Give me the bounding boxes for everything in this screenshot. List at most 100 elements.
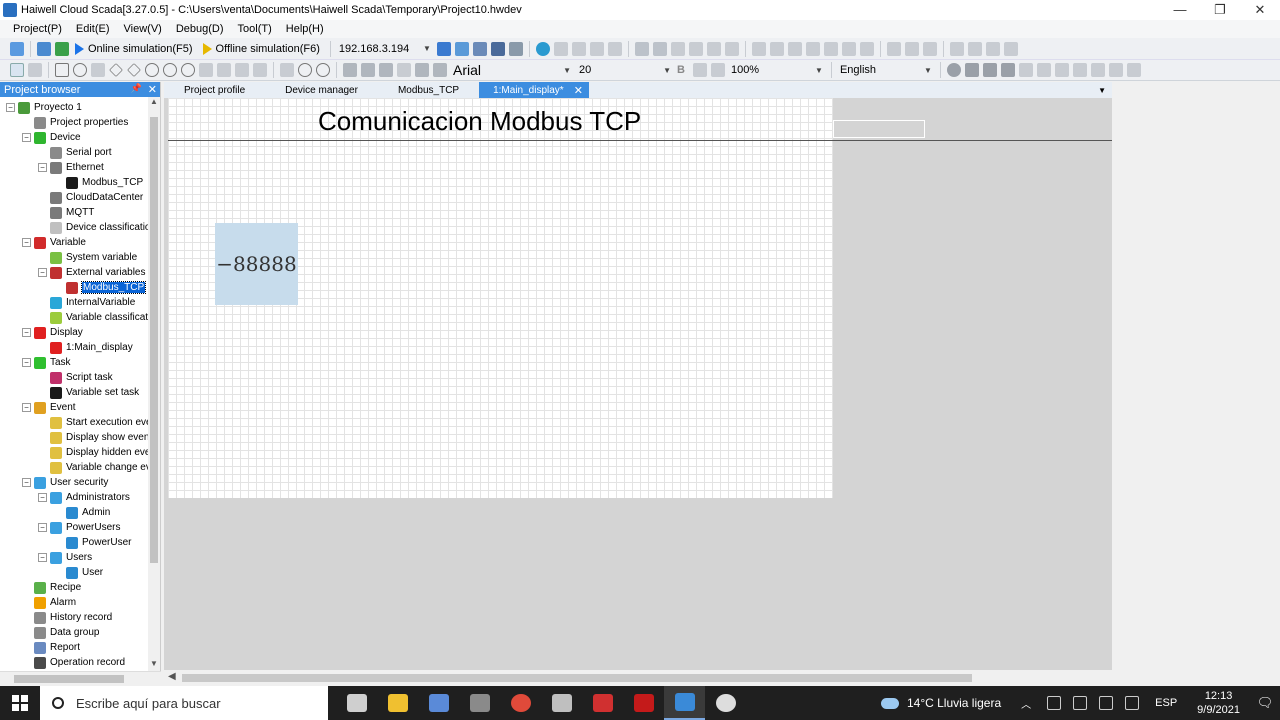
send-back-icon[interactable] xyxy=(688,41,703,56)
tab-project-profile[interactable]: Project profile xyxy=(164,82,265,98)
taskbar-app-obs[interactable] xyxy=(705,686,746,720)
frame-icon[interactable] xyxy=(1090,63,1105,77)
online-simulation-icon[interactable] xyxy=(75,42,84,55)
collapse-toggle-icon[interactable]: − xyxy=(38,163,47,172)
guide-icon[interactable] xyxy=(1054,63,1069,77)
diamond-icon[interactable] xyxy=(109,63,123,77)
collapse-toggle-icon[interactable]: − xyxy=(38,268,47,277)
close-button[interactable]: ✕ xyxy=(1240,0,1280,20)
more-icon[interactable] xyxy=(1126,63,1141,77)
tree-node[interactable]: PowerUser xyxy=(54,535,131,550)
tree-node[interactable]: Modbus_TCP xyxy=(54,175,143,190)
cut-icon[interactable] xyxy=(571,41,586,56)
collapse-toggle-icon[interactable]: − xyxy=(22,403,31,412)
tree-node[interactable]: Variable set task xyxy=(38,385,139,400)
tab-main-display[interactable]: 1:Main_display* ✕ xyxy=(479,82,589,98)
maximize-button[interactable]: ❐ xyxy=(1200,0,1240,20)
same-height-icon[interactable] xyxy=(904,41,919,56)
tree-node[interactable]: − Ethernet xyxy=(38,160,104,175)
menu-help[interactable]: Help(H) xyxy=(279,23,331,35)
tree-node[interactable]: − Users xyxy=(38,550,92,565)
copy-icon[interactable] xyxy=(589,41,604,56)
monitor-icon[interactable] xyxy=(490,41,505,56)
scroll-thumb[interactable] xyxy=(182,674,972,682)
block-icon[interactable] xyxy=(982,63,997,77)
tree-node[interactable]: − Variable xyxy=(22,235,86,250)
pin-icon[interactable]: 📌 xyxy=(131,83,142,96)
fill-color-icon[interactable] xyxy=(343,63,357,77)
taskbar-app-app-grey[interactable] xyxy=(541,686,582,720)
font-size-combo[interactable]: 20 ▼ xyxy=(575,62,675,79)
scroll-left-icon[interactable]: ◀ xyxy=(168,671,176,682)
collapse-toggle-icon[interactable]: − xyxy=(22,478,31,487)
tree-node[interactable]: − Display xyxy=(22,325,83,340)
line-width-icon[interactable] xyxy=(379,63,393,77)
menu-debug[interactable]: Debug(D) xyxy=(169,23,231,35)
tree-node[interactable]: − Task xyxy=(22,355,71,370)
image-icon[interactable] xyxy=(1108,63,1123,77)
tree-node[interactable]: User xyxy=(54,565,103,580)
align-middle-icon[interactable] xyxy=(841,41,856,56)
align-top-icon[interactable] xyxy=(805,41,820,56)
screen-icon[interactable] xyxy=(454,41,469,56)
tree-node[interactable]: − Event xyxy=(22,400,76,415)
table-icon[interactable] xyxy=(1072,63,1087,77)
taskbar-search[interactable]: Escribe aquí para buscar xyxy=(40,686,328,720)
tree-node[interactable]: − User security xyxy=(22,475,108,490)
upload-icon[interactable] xyxy=(436,41,451,56)
input-language[interactable]: ESP xyxy=(1155,697,1177,709)
polyline-icon[interactable] xyxy=(217,63,231,77)
distribute-icon[interactable] xyxy=(859,41,874,56)
tree-node[interactable]: Modbus_TCP xyxy=(54,280,147,295)
tree-node[interactable]: − Administrators xyxy=(38,490,130,505)
taskbar-app-app-red[interactable] xyxy=(582,686,623,720)
zoom-in-icon[interactable] xyxy=(298,63,312,77)
layer-icon[interactable] xyxy=(964,63,979,77)
canvas-title-text[interactable]: Comunicacion Modbus TCP xyxy=(318,106,641,137)
collapse-toggle-icon[interactable]: − xyxy=(22,358,31,367)
tree-node[interactable]: Project properties xyxy=(22,115,128,130)
group-icon[interactable] xyxy=(634,41,649,56)
clock[interactable]: 12:13 9/9/2021 xyxy=(1197,689,1240,717)
tree-node[interactable]: Display show event xyxy=(38,430,152,445)
minimize-button[interactable]: — xyxy=(1160,0,1200,20)
undo-icon[interactable] xyxy=(553,41,568,56)
tree-node[interactable]: Alarm xyxy=(22,595,76,610)
start-button[interactable] xyxy=(0,686,40,720)
tree-node[interactable]: Script task xyxy=(38,370,113,385)
taskbar-app-haiwell[interactable] xyxy=(664,686,705,720)
tree-vertical-scrollbar[interactable]: ▲ ▼ xyxy=(148,97,160,671)
fill-icon[interactable] xyxy=(1000,63,1015,77)
print-icon[interactable] xyxy=(508,41,523,56)
align-bottom-icon[interactable] xyxy=(823,41,838,56)
tree-horizontal-scrollbar[interactable] xyxy=(0,671,161,686)
collapse-toggle-icon[interactable]: − xyxy=(38,523,47,532)
close-tab-icon[interactable]: ✕ xyxy=(574,84,583,97)
hand-icon[interactable] xyxy=(280,63,294,77)
taskbar-app-file-explorer[interactable] xyxy=(377,686,418,720)
collapse-toggle-icon[interactable]: − xyxy=(6,103,15,112)
font-family-combo[interactable]: Arial ▼ xyxy=(449,62,575,79)
paste-icon[interactable] xyxy=(607,41,622,56)
mirror-icon[interactable] xyxy=(985,41,1000,56)
tree-node[interactable]: Admin xyxy=(54,505,110,520)
taskbar-app-chrome[interactable] xyxy=(500,686,541,720)
tab-modbus-tcp[interactable]: Modbus_TCP xyxy=(378,82,479,98)
tree-node[interactable]: CloudDataCenter xyxy=(38,190,143,205)
backward-icon[interactable] xyxy=(724,41,739,56)
scroll-up-icon[interactable]: ▲ xyxy=(148,97,160,109)
display-canvas[interactable]: Comunicacion Modbus TCP −88888 xyxy=(168,98,833,498)
online-simulation-button[interactable]: Online simulation(F5) xyxy=(88,43,193,55)
line-icon[interactable] xyxy=(91,63,105,77)
forward-icon[interactable] xyxy=(706,41,721,56)
taskbar-app-calculator[interactable] xyxy=(459,686,500,720)
offline-simulation-icon[interactable] xyxy=(202,42,212,55)
ip-address-combo[interactable]: 192.168.3.194 ▼ xyxy=(335,40,435,57)
pen-icon[interactable] xyxy=(1125,696,1140,710)
line-style-icon[interactable] xyxy=(397,63,411,77)
zoom-combo[interactable]: 100% ▼ xyxy=(727,62,827,79)
tree-node[interactable]: Data group xyxy=(22,625,99,640)
tree-node[interactable]: − PowerUsers xyxy=(38,520,120,535)
collapse-toggle-icon[interactable]: − xyxy=(22,328,31,337)
menu-tool[interactable]: Tool(T) xyxy=(231,23,279,35)
